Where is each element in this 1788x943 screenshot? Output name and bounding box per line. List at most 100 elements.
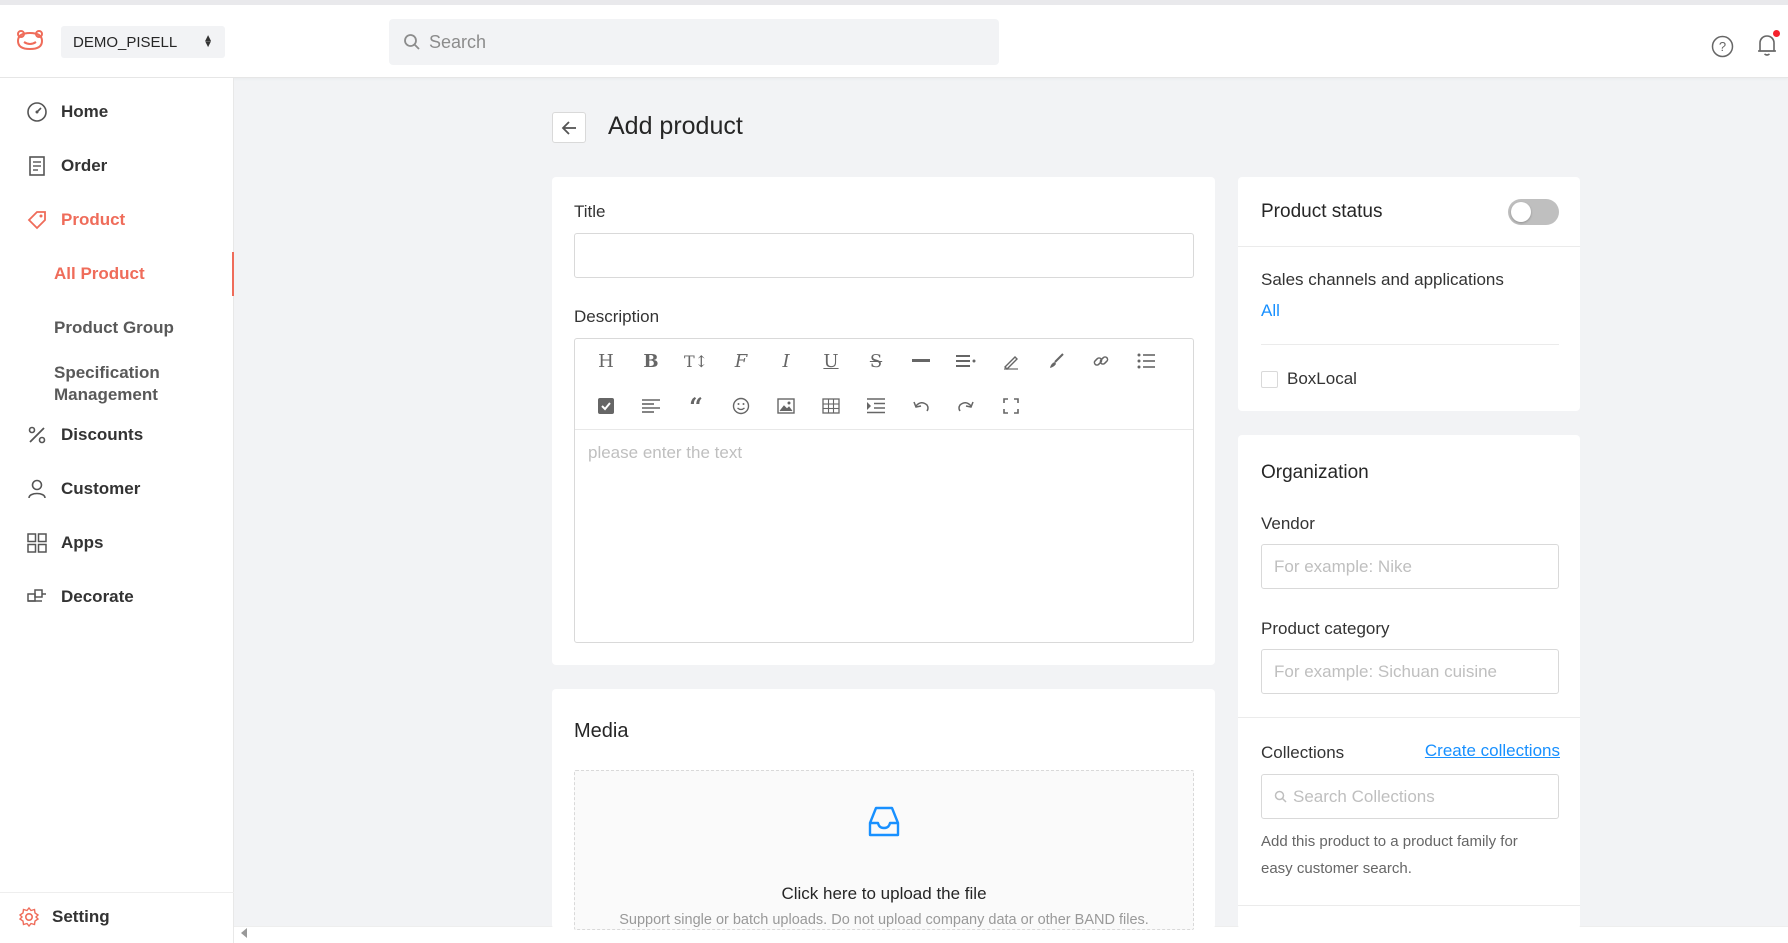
vendor-label: Vendor	[1261, 514, 1315, 533]
undo-icon[interactable]	[910, 395, 932, 417]
sidebar-item-customer[interactable]: Customer	[0, 469, 234, 509]
sidebar-item-label: Apps	[61, 533, 104, 552]
rich-text-editor: H B T↕ F I U S “ please enter the text	[574, 338, 1194, 643]
global-search[interactable]	[389, 19, 999, 65]
sidebar-item-apps[interactable]: Apps	[0, 523, 234, 563]
boxlocal-label: BoxLocal	[1287, 369, 1357, 388]
pen-icon[interactable]	[1000, 350, 1022, 372]
line-height-icon[interactable]	[955, 350, 977, 372]
title-input[interactable]	[574, 233, 1194, 278]
search-icon	[1274, 790, 1287, 803]
emoji-icon[interactable]	[730, 395, 752, 417]
upload-hint: Support single or batch uploads. Do not …	[619, 912, 1149, 928]
vendor-input[interactable]	[1261, 544, 1559, 589]
divider	[1238, 246, 1580, 247]
sidebar-item-setting[interactable]: Setting	[0, 897, 234, 937]
sidebar-subitem-specification-management[interactable]: Specification Management	[0, 360, 234, 408]
sidebar-item-label: Home	[61, 102, 109, 121]
logo-icon[interactable]	[14, 29, 46, 53]
table-icon[interactable]	[820, 395, 842, 417]
link-icon[interactable]	[1090, 350, 1112, 372]
arrow-left-icon	[561, 120, 576, 135]
sidebar-subitem-label: All Product	[54, 264, 145, 283]
notification-badge	[1773, 30, 1780, 37]
divider	[1238, 717, 1580, 718]
sidebar-footer: Setting	[0, 892, 234, 943]
svg-text:?: ?	[1719, 39, 1726, 54]
horizontal-rule-icon[interactable]	[910, 350, 932, 372]
bold-icon[interactable]: B	[640, 350, 662, 372]
strikethrough-icon[interactable]: S	[865, 350, 887, 372]
sales-channels-label: Sales channels and applications	[1261, 270, 1504, 289]
product-category-input[interactable]	[1261, 649, 1559, 694]
create-collections-link[interactable]: Create collections	[1425, 741, 1560, 761]
description-label: Description	[574, 307, 660, 326]
user-icon	[28, 479, 46, 499]
gear-icon	[18, 906, 40, 928]
sidebar-item-discounts[interactable]: Discounts	[0, 415, 234, 455]
inbox-icon	[868, 806, 900, 837]
quote-icon[interactable]: “	[685, 392, 707, 421]
font-size-icon[interactable]: T↕	[684, 350, 708, 372]
bulleted-list-icon[interactable]	[1135, 350, 1157, 372]
product-status-title: Product status	[1261, 201, 1383, 222]
sales-channels-all-link[interactable]: All	[1261, 301, 1280, 321]
boxlocal-checkbox[interactable]	[1261, 371, 1278, 388]
tag-icon	[27, 211, 46, 230]
upload-text: Click here to upload the file	[781, 884, 987, 903]
sidebar-item-home[interactable]: Home	[0, 92, 234, 132]
redo-icon[interactable]	[955, 395, 977, 417]
apps-icon	[27, 533, 47, 553]
divider	[1261, 344, 1559, 345]
back-button[interactable]	[552, 112, 586, 143]
indent-icon[interactable]	[865, 395, 887, 417]
heading-icon[interactable]: H	[595, 350, 617, 372]
toggle-knob	[1511, 202, 1531, 222]
upload-dropzone[interactable]: Click here to upload the file Support si…	[574, 770, 1194, 930]
product-category-label: Product category	[1261, 619, 1390, 638]
sidebar-item-label: Setting	[52, 907, 110, 926]
search-input[interactable]	[429, 31, 929, 53]
percent-icon	[28, 426, 46, 444]
page-title: Add product	[608, 112, 743, 140]
collections-search[interactable]	[1261, 774, 1559, 819]
brush-icon[interactable]	[1045, 350, 1067, 372]
divider	[1238, 905, 1580, 906]
image-icon[interactable]	[775, 395, 797, 417]
checkbox-list-icon[interactable]	[595, 395, 617, 417]
dashboard-icon	[27, 102, 47, 122]
notifications-button[interactable]	[1756, 30, 1780, 57]
collections-help-text: Add this product to a product family for…	[1261, 833, 1518, 877]
sidebar-item-order[interactable]: Order	[0, 146, 234, 186]
collections-search-input[interactable]	[1293, 786, 1553, 807]
sidebar-item-decorate[interactable]: Decorate	[0, 577, 234, 617]
collapse-arrow-icon[interactable]	[241, 928, 247, 938]
editor-toolbar: H B T↕ F I U S “	[575, 339, 1193, 430]
sidebar-subitem-product-group[interactable]: Product Group	[0, 308, 234, 348]
sidebar-item-label: Decorate	[61, 587, 134, 606]
sidebar-subitem-label: Product Group	[54, 318, 174, 337]
store-name: DEMO_PISELL	[73, 33, 178, 51]
sidebar-item-label: Discounts	[61, 425, 144, 444]
order-icon	[29, 156, 45, 176]
font-family-icon[interactable]: F	[730, 350, 752, 372]
sidebar-item-label: Product	[61, 210, 126, 229]
title-label: Title	[574, 202, 606, 221]
organization-title: Organization	[1261, 462, 1369, 483]
underline-icon[interactable]: U	[820, 350, 842, 372]
sort-caret-icon: ▲ ▼	[203, 33, 213, 50]
top-bar: DEMO_PISELL ▲▼ ?	[0, 0, 1788, 78]
help-icon[interactable]: ?	[1711, 35, 1734, 58]
media-title: Media	[574, 720, 629, 742]
sidebar-item-label: Customer	[61, 479, 141, 498]
editor-placeholder[interactable]: please enter the text	[588, 443, 742, 463]
sidebar-subitem-all-product[interactable]: All Product	[0, 252, 234, 296]
sidebar-item-label: Order	[61, 156, 108, 175]
sidebar-item-product[interactable]: Product	[0, 200, 234, 240]
store-selector[interactable]: DEMO_PISELL ▲ ▼	[61, 26, 225, 58]
fullscreen-icon[interactable]	[1000, 395, 1022, 417]
search-icon	[404, 34, 420, 50]
italic-icon[interactable]: I	[775, 350, 797, 372]
product-status-toggle[interactable]	[1508, 199, 1559, 225]
align-icon[interactable]	[640, 395, 662, 417]
